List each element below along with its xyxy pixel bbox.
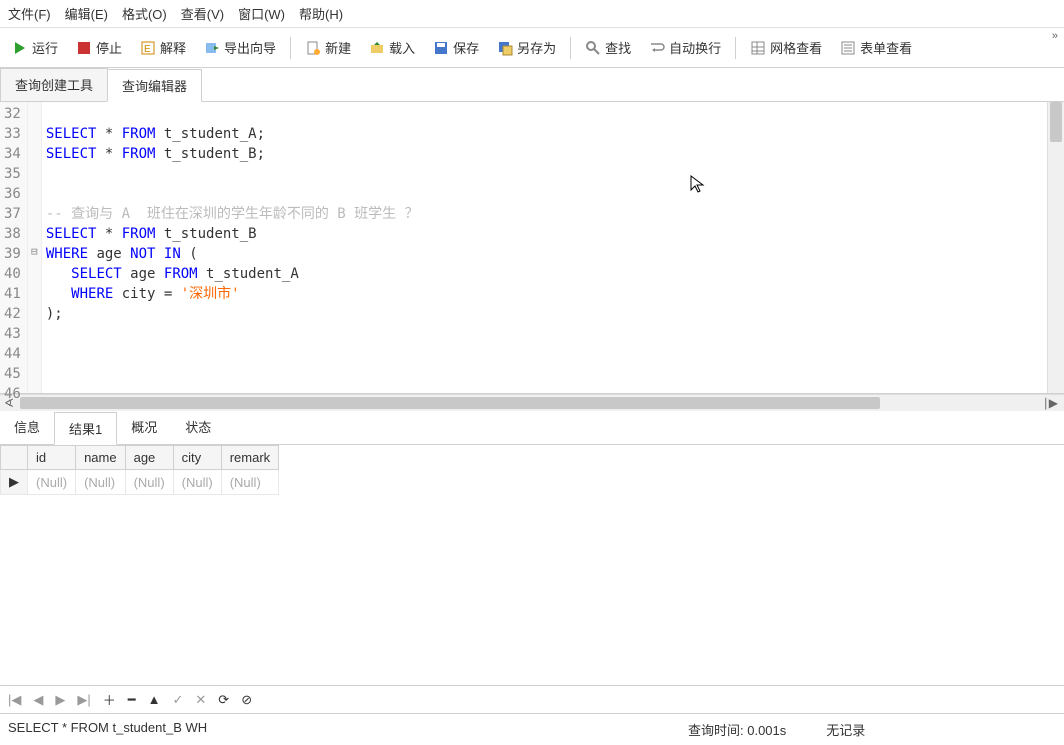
saveas-button[interactable]: 另存为 [489,34,564,61]
scroll-right-arrow[interactable]: ∣▶ [1043,396,1058,410]
nav-add[interactable]: ＋ [103,690,116,709]
separator [570,37,571,59]
cell[interactable]: (Null) [76,470,126,495]
run-button[interactable]: 运行 [4,34,66,61]
column-header[interactable]: name [76,446,126,470]
save-icon [433,40,449,56]
tab-info[interactable]: 信息 [0,411,54,444]
status-records: 无记录 [826,720,865,739]
stop-button[interactable]: 停止 [68,34,130,61]
column-header[interactable]: id [28,446,76,470]
nav-next[interactable]: ▶ [55,692,65,708]
separator [290,37,291,59]
nav-delete[interactable]: ━ [128,692,136,708]
scroll-thumb[interactable] [1050,102,1062,142]
column-header[interactable]: city [173,446,221,470]
record-navigator: |◀ ◀ ▶ ▶| ＋ ━ ▲ ✓ ✕ ⟳ ⊘ [0,685,1064,713]
scroll-thumb[interactable] [20,397,880,409]
search-icon [585,40,601,56]
form-icon [840,40,856,56]
horizontal-scrollbar[interactable]: ∢ ∣▶ [0,394,1064,411]
menu-window[interactable]: 窗口(W) [238,4,285,23]
table-row[interactable]: ▶(Null)(Null)(Null)(Null)(Null) [1,470,279,495]
nav-prev[interactable]: ◀ [33,692,43,708]
export-icon [204,40,220,56]
fold-gutter[interactable]: ⊟ [28,102,42,393]
new-icon [305,40,321,56]
nav-check[interactable]: ✓ [172,692,183,708]
editor-tabbar: 查询创建工具 查询编辑器 [0,68,1064,102]
wrap-icon [649,40,665,56]
column-header[interactable]: age [125,446,173,470]
tab-query-builder[interactable]: 查询创建工具 [0,68,108,101]
find-button[interactable]: 查找 [577,34,639,61]
separator [735,37,736,59]
tab-result1[interactable]: 结果1 [54,412,117,445]
result-tabbar: 信息 结果1 概况 状态 [0,411,1064,445]
nav-last[interactable]: ▶| [77,692,90,708]
toolbar-overflow[interactable]: » [1052,30,1058,42]
gridview-button[interactable]: 网格查看 [742,34,830,61]
nav-cancel[interactable]: ✕ [195,692,206,708]
menu-format[interactable]: 格式(O) [122,4,167,23]
vertical-scrollbar[interactable] [1047,102,1064,393]
status-sql: SELECT * FROM t_student_B WH [8,720,648,739]
toolbar: 运行 停止 E解释 导出向导 新建 载入 保存 另存为 查找 自动换行 网格查看… [0,28,1064,68]
grid-icon [750,40,766,56]
tab-profile[interactable]: 概况 [117,411,171,444]
explain-icon: E [140,40,156,56]
new-button[interactable]: 新建 [297,34,359,61]
explain-button[interactable]: E解释 [132,34,194,61]
save-button[interactable]: 保存 [425,34,487,61]
saveas-icon [497,40,513,56]
tab-query-editor[interactable]: 查询编辑器 [107,69,202,102]
stop-icon [76,40,92,56]
column-header[interactable]: remark [221,446,278,470]
play-icon [12,40,28,56]
load-button[interactable]: 载入 [361,34,423,61]
nav-first[interactable]: |◀ [8,692,21,708]
menu-help[interactable]: 帮助(H) [299,4,343,23]
svg-text:E: E [144,44,151,55]
nav-stop[interactable]: ⊘ [241,692,252,708]
nav-edit[interactable]: ▲ [148,692,161,707]
menubar: 文件(F) 编辑(E) 格式(O) 查看(V) 窗口(W) 帮助(H) [0,0,1064,28]
menu-file[interactable]: 文件(F) [8,4,51,23]
code-editor[interactable]: 323334353637383940414243444546 ⊟ SELECT … [0,102,1064,394]
cell[interactable]: (Null) [28,470,76,495]
formview-button[interactable]: 表单查看 [832,34,920,61]
cell[interactable]: (Null) [173,470,221,495]
nav-refresh[interactable]: ⟳ [218,692,229,708]
wrap-button[interactable]: 自动换行 [641,34,729,61]
line-gutter: 323334353637383940414243444546 [0,102,28,393]
cell[interactable]: (Null) [125,470,173,495]
export-button[interactable]: 导出向导 [196,34,284,61]
tab-status[interactable]: 状态 [171,411,225,444]
cell[interactable]: (Null) [221,470,278,495]
status-time: 查询时间: 0.001s [688,720,786,739]
result-grid[interactable]: idnameagecityremark▶(Null)(Null)(Null)(N… [0,445,1064,685]
status-bar: SELECT * FROM t_student_B WH 查询时间: 0.001… [0,713,1064,745]
menu-edit[interactable]: 编辑(E) [65,4,108,23]
menu-view[interactable]: 查看(V) [181,4,224,23]
code-area[interactable]: SELECT * FROM t_student_A; SELECT * FROM… [42,102,1047,393]
load-icon [369,40,385,56]
